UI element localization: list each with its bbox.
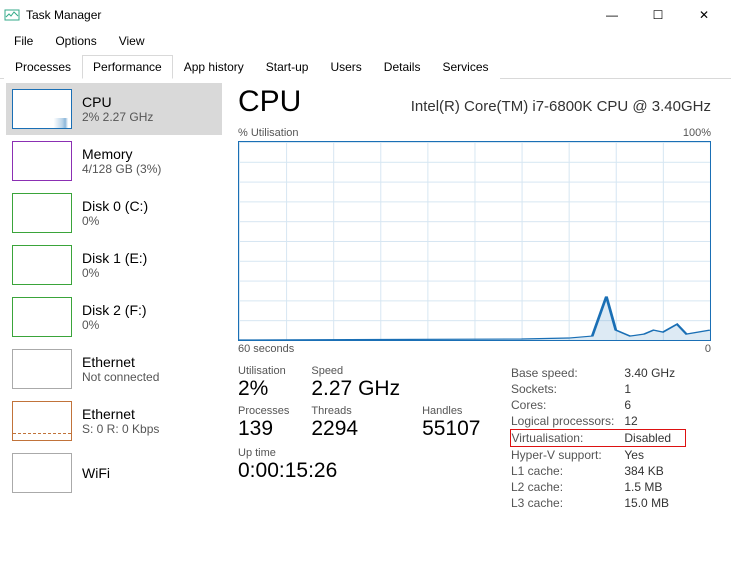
lp-value: 12 [624, 413, 685, 430]
sidebar-item-cpu[interactable]: CPU2% 2.27 GHz [6, 83, 222, 135]
sidebar-sub: S: 0 R: 0 Kbps [82, 422, 159, 436]
wifi-thumb [12, 453, 72, 493]
l3-label: L3 cache: [511, 495, 624, 511]
tab-bar: Processes Performance App history Start-… [0, 54, 731, 79]
chart-xleft: 60 seconds [238, 343, 294, 355]
tab-processes[interactable]: Processes [4, 55, 82, 79]
cpu-chart [238, 141, 711, 341]
sockets-value: 1 [624, 381, 685, 397]
hnd-label: Handles [422, 405, 480, 417]
sidebar-label: CPU [82, 94, 153, 110]
base-speed-label: Base speed: [511, 365, 624, 381]
virt-value: Disabled [624, 430, 685, 447]
util-value: 2% [238, 377, 289, 401]
disk-thumb [12, 193, 72, 233]
chart-xright: 0 [705, 343, 711, 355]
virt-label: Virtualisation: [511, 430, 624, 447]
util-label: Utilisation [238, 365, 289, 377]
disk-thumb [12, 297, 72, 337]
tab-startup[interactable]: Start-up [255, 55, 320, 79]
sidebar-item-memory[interactable]: Memory4/128 GB (3%) [6, 135, 222, 187]
menu-file[interactable]: File [6, 32, 41, 50]
close-button[interactable]: ✕ [681, 0, 727, 30]
sidebar-item-wifi[interactable]: WiFi [6, 447, 222, 499]
chart-ylabel: % Utilisation [238, 127, 299, 139]
sidebar-label: Ethernet [82, 406, 159, 422]
cpu-details: Base speed:3.40 GHz Sockets:1 Cores:6 Lo… [510, 365, 685, 511]
hv-value: Yes [624, 447, 685, 464]
sidebar-sub: 0% [82, 214, 148, 228]
thr-label: Threads [311, 405, 400, 417]
maximize-button[interactable]: ☐ [635, 0, 681, 30]
title-bar: Task Manager — ☐ ✕ [0, 0, 731, 30]
uptime-value: 0:00:15:26 [238, 459, 480, 483]
proc-label: Processes [238, 405, 289, 417]
speed-label: Speed [311, 365, 400, 377]
base-speed-value: 3.40 GHz [624, 365, 685, 381]
sidebar-label: WiFi [82, 465, 110, 481]
cores-value: 6 [624, 397, 685, 413]
tab-users[interactable]: Users [319, 55, 372, 79]
window-title: Task Manager [26, 8, 101, 22]
sidebar-label: Disk 1 (E:) [82, 250, 147, 266]
tab-apphistory[interactable]: App history [173, 55, 255, 79]
cpu-model: Intel(R) Core(TM) i7-6800K CPU @ 3.40GHz [411, 98, 711, 115]
cpu-thumb [12, 89, 72, 129]
sidebar-sub: 0% [82, 266, 147, 280]
sockets-label: Sockets: [511, 381, 624, 397]
sidebar-label: Disk 0 (C:) [82, 198, 148, 214]
hnd-value: 55107 [422, 417, 480, 441]
sidebar-item-ethernet2[interactable]: EthernetS: 0 R: 0 Kbps [6, 395, 222, 447]
lp-label: Logical processors: [511, 413, 624, 430]
sidebar-label: Memory [82, 146, 161, 162]
tab-performance[interactable]: Performance [82, 55, 173, 79]
proc-value: 139 [238, 417, 289, 441]
sidebar-item-disk0[interactable]: Disk 0 (C:)0% [6, 187, 222, 239]
thr-value: 2294 [311, 417, 400, 441]
tab-details[interactable]: Details [373, 55, 432, 79]
sidebar[interactable]: CPU2% 2.27 GHz Memory4/128 GB (3%) Disk … [0, 79, 222, 586]
speed-value: 2.27 GHz [311, 377, 400, 401]
app-icon [4, 7, 20, 23]
page-title: CPU [238, 85, 301, 119]
l3-value: 15.0 MB [624, 495, 685, 511]
l2-value: 1.5 MB [624, 479, 685, 495]
ethernet-thumb [12, 349, 72, 389]
menu-options[interactable]: Options [47, 32, 104, 50]
minimize-button[interactable]: — [589, 0, 635, 30]
sidebar-sub: 4/128 GB (3%) [82, 162, 161, 176]
menu-view[interactable]: View [111, 32, 153, 50]
sidebar-item-disk2[interactable]: Disk 2 (F:)0% [6, 291, 222, 343]
sidebar-sub: 0% [82, 318, 147, 332]
ethernet-thumb [12, 401, 72, 441]
memory-thumb [12, 141, 72, 181]
tab-services[interactable]: Services [431, 55, 499, 79]
l1-value: 384 KB [624, 463, 685, 479]
sidebar-item-disk1[interactable]: Disk 1 (E:)0% [6, 239, 222, 291]
menu-bar: File Options View [0, 30, 731, 54]
main-panel: CPU Intel(R) Core(TM) i7-6800K CPU @ 3.4… [222, 79, 731, 586]
l2-label: L2 cache: [511, 479, 624, 495]
cores-label: Cores: [511, 397, 624, 413]
chart-ymax: 100% [683, 127, 711, 139]
disk-thumb [12, 245, 72, 285]
sidebar-label: Disk 2 (F:) [82, 302, 147, 318]
sidebar-label: Ethernet [82, 354, 159, 370]
hv-label: Hyper-V support: [511, 447, 624, 464]
sidebar-sub: 2% 2.27 GHz [82, 110, 153, 124]
sidebar-sub: Not connected [82, 370, 159, 384]
uptime-label: Up time [238, 447, 480, 459]
l1-label: L1 cache: [511, 463, 624, 479]
sidebar-item-ethernet1[interactable]: EthernetNot connected [6, 343, 222, 395]
